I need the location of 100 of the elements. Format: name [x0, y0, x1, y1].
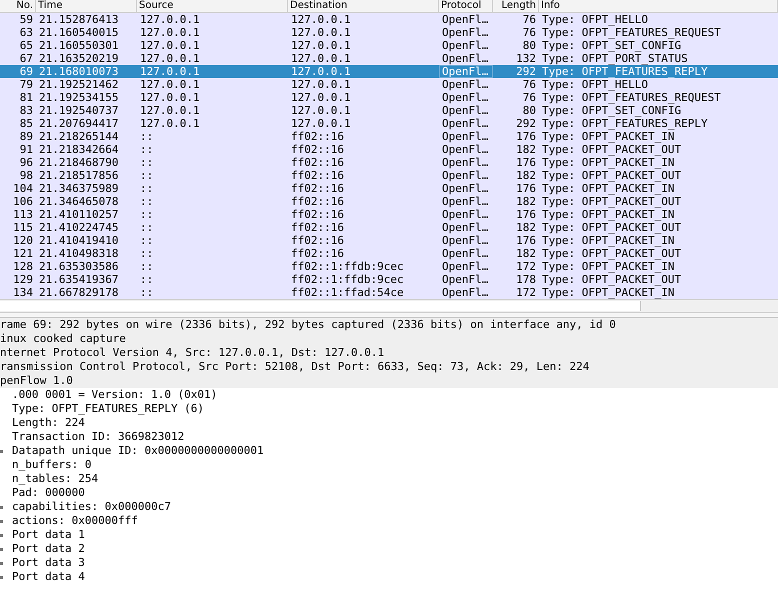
column-header[interactable]: Info [539, 0, 778, 12]
tree-item[interactable]: Port data 1 [3, 528, 85, 542]
tree-item[interactable]: Length: 224 [0, 416, 85, 430]
expander-icon[interactable] [0, 576, 3, 578]
packet-row[interactable]: 63 21.160540015 127.0.0.1 127.0.0.1 OpenFl… 76 Type: OFPT_FEATURES_REQUEST [0, 26, 778, 39]
table-cell-text: Type: OFPT_PACKET_IN [541, 260, 676, 273]
packet-row[interactable]: 83 21.192540737 127.0.0.1 127.0.0.1 OpenFl… 80 Type: OFPT_SET_CONFIG [0, 104, 778, 117]
table-cell-text: 21.218468790 [38, 156, 120, 169]
expander-icon[interactable] [0, 534, 3, 536]
table-cell-text: Type: OFPT_FEATURES_REPLY [541, 65, 709, 78]
packet-row[interactable]: 81 21.192534155 127.0.0.1 127.0.0.1 OpenFl… 76 Type: OFPT_FEATURES_REQUEST [0, 91, 778, 104]
table-cell-text: 81 [18, 91, 34, 104]
table-cell-text: OpenFl… [441, 78, 490, 91]
column-header[interactable]: Source [137, 0, 288, 12]
table-cell-text: Type: OFPT_PACKET_IN [541, 156, 676, 169]
tree-item[interactable]: penFlow 1.0 [0, 374, 73, 388]
packet-row[interactable]: 67 21.163520219 127.0.0.1 127.0.0.1 OpenFl… 132 Type: OFPT_PORT_STATUS [0, 52, 778, 65]
packet-row[interactable]: 104 21.346375989 :: ff02::16 OpenFl… 176 Type: OFPT_PACKET_IN [0, 182, 778, 195]
table-cell-text: 21.152876413 [38, 13, 120, 26]
table-cell-text: 127.0.0.1 [139, 78, 201, 91]
tree-item[interactable]: n_tables: 254 [0, 472, 98, 486]
tree-item[interactable]: Datapath unique ID: 0x0000000000000001 [3, 444, 264, 458]
column-header[interactable]: Destination [288, 0, 439, 12]
table-cell-text: 63 [18, 26, 34, 39]
table-cell-text: 21.667829178 [38, 286, 120, 299]
table-cell-text: Type: OFPT_PACKET_OUT [541, 221, 682, 234]
table-cell-text: 127.0.0.1 [139, 13, 201, 26]
table-cell-text: 76 [522, 78, 537, 91]
tree-item[interactable]: n_buffers: 0 [0, 458, 92, 472]
packet-row[interactable]: 113 21.410110257 :: ff02::16 OpenFl… 176 Type: OFPT_PACKET_IN [0, 208, 778, 221]
column-header[interactable]: Length [493, 0, 539, 12]
packet-row[interactable]: 89 21.218265144 :: ff02::16 OpenFl… 176 Type: OFPT_PACKET_IN [0, 130, 778, 143]
tree-item[interactable]: Port data 3 [3, 556, 85, 570]
table-cell-text: 127.0.0.1 [290, 65, 352, 78]
table-cell-text: 83 [18, 104, 34, 117]
tree-item[interactable]: Transaction ID: 3669823012 [0, 430, 184, 444]
table-cell-text: 76 [522, 13, 537, 26]
table-cell-text: 59 [18, 13, 34, 26]
packet-row[interactable]: 69 21.168010073 127.0.0.1 127.0.0.1 OpenFl… 292 Type: OFPT_FEATURES_REPLY [0, 65, 778, 78]
table-cell-text: 104 [12, 182, 34, 195]
expander-icon[interactable] [0, 520, 3, 522]
table-cell-text: :: [139, 260, 154, 273]
packet-row[interactable]: 120 21.410419410 :: ff02::16 OpenFl… 176 Type: OFPT_PACKET_IN [0, 234, 778, 247]
table-cell-text: :: [139, 156, 154, 169]
table-cell-text: 21.160540015 [38, 26, 120, 39]
table-cell-text: :: [139, 221, 154, 234]
table-cell-text: 292 [515, 65, 537, 78]
packet-row[interactable]: 115 21.410224745 :: ff02::16 OpenFl… 182 Type: OFPT_PACKET_OUT [0, 221, 778, 234]
table-cell-text: 127.0.0.1 [290, 39, 352, 52]
tree-item[interactable]: .000 0001 = Version: 1.0 (0x01) [0, 388, 218, 402]
tree-item[interactable]: Pad: 000000 [0, 486, 85, 500]
packet-row[interactable]: 128 21.635303586 :: ff02::1:ffdb:9cec OpenFl… 172 Type: OFPT_PACKET_IN [0, 260, 778, 273]
expander-icon[interactable] [0, 562, 3, 564]
packet-row[interactable]: 129 21.635419367 :: ff02::1:ffdb:9cec OpenFl… 178 Type: OFPT_PACKET_OUT [0, 273, 778, 286]
packet-row[interactable]: 98 21.218517856 :: ff02::16 OpenFl… 182 Type: OFPT_PACKET_OUT [0, 169, 778, 182]
table-cell-text: 127.0.0.1 [290, 117, 352, 130]
table-cell-text: Type: OFPT_HELLO [541, 78, 649, 91]
table-cell-text: 172 [515, 286, 537, 299]
packet-row[interactable]: 106 21.346465078 :: ff02::16 OpenFl… 182 Type: OFPT_PACKET_OUT [0, 195, 778, 208]
table-cell-text: 172 [515, 260, 537, 273]
table-cell-text: 182 [515, 221, 537, 234]
tree-item[interactable]: capabilities: 0x000000c7 [3, 500, 171, 514]
scrollbar-thumb[interactable] [0, 301, 641, 311]
table-cell-text: 21.410419410 [38, 234, 120, 247]
table-cell-text: OpenFl… [441, 26, 490, 39]
table-cell-text: :: [139, 143, 154, 156]
packet-row[interactable]: 96 21.218468790 :: ff02::16 OpenFl… 176 Type: OFPT_PACKET_IN [0, 156, 778, 169]
tree-item[interactable]: Port data 4 [3, 570, 85, 584]
packet-row[interactable]: 59 21.152876413 127.0.0.1 127.0.0.1 OpenFl… 76 Type: OFPT_HELLO [0, 13, 778, 26]
table-cell-text: 67 [18, 52, 34, 65]
table-cell-text: Type: OFPT_SET_CONFIG [541, 39, 682, 52]
tree-item[interactable]: inux cooked capture [0, 332, 126, 346]
tree-item[interactable]: actions: 0x00000fff [3, 514, 138, 528]
packet-row[interactable]: 79 21.192521462 127.0.0.1 127.0.0.1 OpenFl… 76 Type: OFPT_HELLO [0, 78, 778, 91]
packet-row[interactable]: 85 21.207694417 127.0.0.1 127.0.0.1 OpenFl… 292 Type: OFPT_FEATURES_REPLY [0, 117, 778, 130]
packet-row[interactable]: 65 21.160550301 127.0.0.1 127.0.0.1 OpenFl… 80 Type: OFPT_SET_CONFIG [0, 39, 778, 52]
table-cell-text: 134 [12, 286, 34, 299]
table-cell-text: ff02::16 [290, 143, 345, 156]
table-cell-text: 127.0.0.1 [290, 13, 352, 26]
expander-icon[interactable] [0, 548, 3, 550]
table-cell-text: 65 [18, 39, 34, 52]
table-cell-text: 178 [515, 273, 537, 286]
column-header[interactable]: Time [36, 0, 137, 12]
table-cell-text: Type: OFPT_HELLO [541, 13, 649, 26]
column-header[interactable]: No. [0, 0, 36, 12]
tree-item[interactable]: Port data 2 [3, 542, 85, 556]
table-cell-text: 21.218265144 [38, 130, 120, 143]
table-cell-text: 96 [18, 156, 34, 169]
table-cell-text: Type: OFPT_FEATURES_REQUEST [541, 91, 722, 104]
expander-icon[interactable] [0, 506, 3, 508]
tree-item[interactable]: Type: OFPT_FEATURES_REPLY (6) [0, 402, 204, 416]
table-cell-text: OpenFl… [441, 117, 490, 130]
table-cell-text: :: [139, 169, 154, 182]
column-header[interactable]: Protocol [439, 0, 493, 12]
table-cell-text: 127.0.0.1 [290, 26, 352, 39]
expander-icon[interactable] [0, 450, 3, 452]
packet-row[interactable]: 91 21.218342664 :: ff02::16 OpenFl… 182 Type: OFPT_PACKET_OUT [0, 143, 778, 156]
packet-row[interactable]: 121 21.410498318 :: ff02::16 OpenFl… 182 Type: OFPT_PACKET_OUT [0, 247, 778, 260]
table-cell-text: 80 [522, 39, 537, 52]
packet-row[interactable]: 134 21.667829178 :: ff02::1:ffad:54ce OpenFl… 172 Type: OFPT_PACKET_IN [0, 286, 778, 299]
